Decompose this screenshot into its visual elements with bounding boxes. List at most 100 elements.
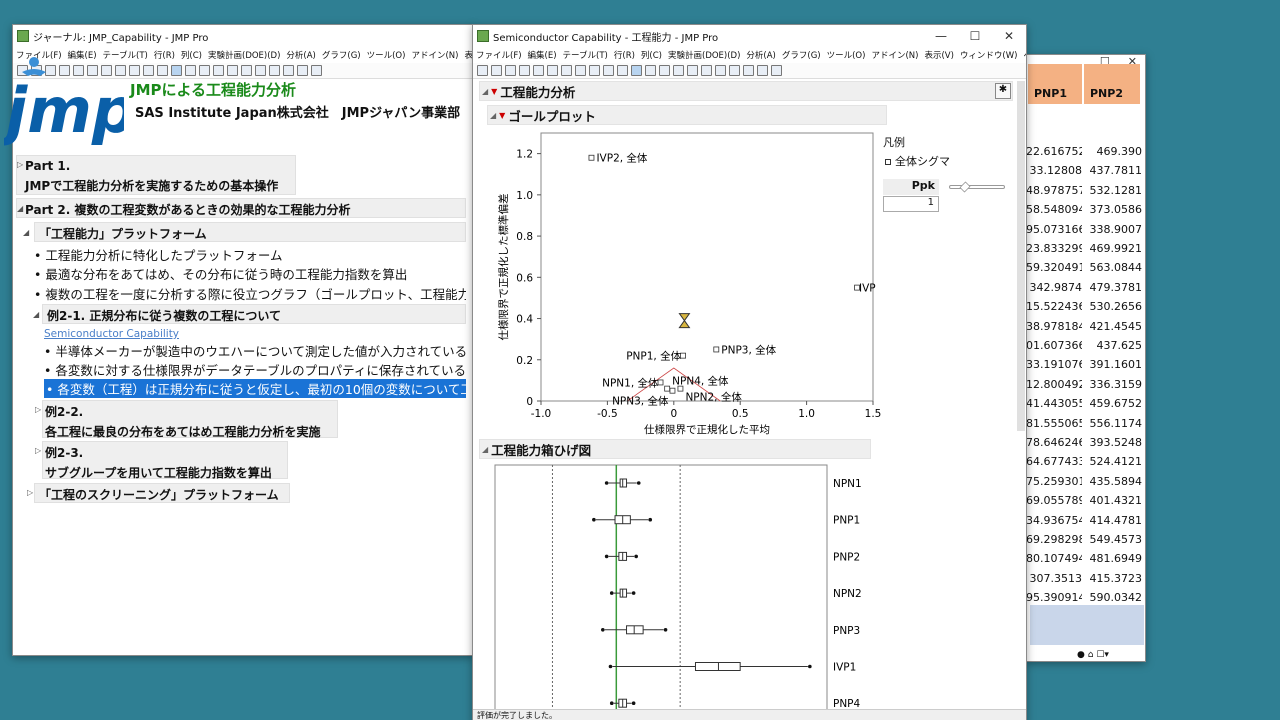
zoom-icon[interactable] [227,65,238,76]
table-cell[interactable]: 481.6949 [1086,552,1143,565]
collapse-triangle-icon[interactable]: ◢ [33,310,39,319]
annotate-icon[interactable] [729,65,740,76]
capability-boxplot-outline[interactable]: ◢ 工程能力箱ひげ図 [479,439,871,459]
line-icon[interactable] [255,65,266,76]
table-cell[interactable]: 479.3781 [1086,281,1143,294]
goal-plot-outline[interactable]: ◢ ▼ ゴールプロット [487,105,887,125]
open-icon[interactable] [505,65,516,76]
close-icon[interactable]: ✕ [992,29,1026,43]
ellipse-icon[interactable] [297,65,308,76]
annotate-icon[interactable] [269,65,280,76]
platform-outline[interactable]: ◢ 「工程能力」プラットフォーム [23,222,466,242]
menu-item[interactable]: ツール(O) [367,49,406,61]
menu-item[interactable]: テーブル(T) [563,49,608,61]
vertical-scrollbar[interactable] [1017,81,1025,431]
collapse-triangle-icon[interactable]: ◢ [482,445,488,454]
expand-triangle-icon[interactable]: ▷ [35,405,41,414]
help-icon[interactable] [617,65,628,76]
menu-item[interactable]: ツール(O) [827,49,866,61]
menu-item[interactable]: 行(R) [154,49,175,61]
collapse-triangle-icon[interactable]: ◢ [490,111,496,120]
table-cell[interactable]: 33.191076 [1026,358,1082,371]
ppk-slider[interactable] [949,181,1005,193]
new-script-icon[interactable] [491,65,502,76]
menu-item[interactable]: 分析(A) [286,49,315,61]
save-icon[interactable] [519,65,530,76]
column-header[interactable]: PNP1 [1028,64,1082,104]
plus-icon[interactable] [241,65,252,76]
hand-icon[interactable] [659,65,670,76]
paste-icon[interactable] [575,65,586,76]
menu-item[interactable]: ウィンドウ(W) [960,49,1018,61]
table-cell[interactable]: 549.4573 [1086,533,1143,546]
table-cell[interactable]: 532.1281 [1086,184,1143,197]
expand-triangle-icon[interactable]: ▷ [17,160,23,169]
table-cell[interactable]: 563.0844 [1086,261,1143,274]
table-cell[interactable]: 415.3723 [1086,572,1143,585]
pin-icon[interactable]: ✱ [995,83,1011,99]
arrow-icon[interactable] [171,65,182,76]
table-cell[interactable]: 58.548094 [1026,203,1082,216]
table-cell[interactable]: 23.833299 [1026,242,1082,255]
menu-item[interactable]: 実験計画(DOE)(D) [668,49,740,61]
table-cell[interactable]: 33.12808 [1026,164,1083,177]
menu-item[interactable]: 分析(A) [746,49,775,61]
menu-item[interactable]: 実験計画(DOE)(D) [208,49,280,61]
minimize-icon[interactable]: — [924,29,958,43]
menu-item[interactable]: グラフ(G) [322,49,361,61]
crosshair-icon[interactable] [645,65,656,76]
expand-triangle-icon[interactable]: ▷ [27,488,33,497]
menu-item[interactable]: アドイン(N) [411,49,458,61]
menu-item[interactable]: 編集(E) [528,49,557,61]
semiconductor-capability-link[interactable]: Semiconductor Capability [44,328,179,340]
table-cell[interactable]: 342.9874 [1026,281,1083,294]
screening-outline[interactable]: ▷ 「工程のスクリーニング」プラットフォーム [27,483,290,503]
ex2-outline[interactable]: ▷ 例2-2. 各工程に最良の分布をあてはめ工程能力分析を実施 [35,400,338,439]
menu-item[interactable]: グラフ(G) [782,49,821,61]
data-table-icon[interactable] [589,65,600,76]
slider-handle[interactable] [959,181,971,193]
polygon-icon[interactable] [771,65,782,76]
hand-icon[interactable] [199,65,210,76]
rect-icon[interactable] [283,65,294,76]
table-cell[interactable]: 69.055789 [1026,494,1082,507]
table-cell[interactable]: 435.5894 [1086,475,1143,488]
table-cell[interactable]: 556.1174 [1086,417,1143,430]
table-cell[interactable]: 437.625 [1086,339,1143,352]
menu-item[interactable]: ファイル(F) [476,49,522,61]
table-cell[interactable]: 34.936754 [1026,514,1082,527]
search-icon[interactable] [603,65,614,76]
arrow-icon[interactable] [631,65,642,76]
table-cell[interactable]: 590.0342 [1086,591,1143,604]
red-triangle-menu-icon[interactable]: ▼ [499,111,505,120]
table-cell[interactable]: 95.390914 [1026,591,1082,604]
print-icon[interactable] [533,65,544,76]
table-cell[interactable]: 80.107494 [1026,552,1082,565]
table-cell[interactable]: 373.0586 [1086,203,1143,216]
zoom-icon[interactable] [687,65,698,76]
maximize-icon[interactable]: ☐ [958,29,992,43]
red-triangle-menu-icon[interactable]: ▼ [491,87,497,96]
lasso-icon[interactable] [673,65,684,76]
menu-item[interactable]: 列(C) [641,49,662,61]
help-icon[interactable] [157,65,168,76]
part1-outline[interactable]: ▷ Part 1. JMPで工程能力分析を実施するための基本操作 [16,155,296,195]
lasso-icon[interactable] [213,65,224,76]
table-cell[interactable]: 421.4545 [1086,320,1143,333]
table-cell[interactable]: 48.978757 [1026,184,1082,197]
table-cell[interactable]: 469.390 [1086,145,1143,158]
table-cell[interactable]: 437.7811 [1086,164,1143,177]
column-header[interactable]: PNP2 [1084,64,1140,104]
table-cell[interactable]: 81.555065 [1026,417,1082,430]
menu-item[interactable]: 列(C) [181,49,202,61]
table-cell[interactable]: 78.646246 [1026,436,1082,449]
table-cell[interactable]: 41.443055 [1026,397,1082,410]
table-cell[interactable]: 530.2656 [1086,300,1143,313]
menu-item[interactable]: 行(R) [614,49,635,61]
table-cell[interactable]: 391.1601 [1086,358,1143,371]
table-cell[interactable]: 414.4781 [1086,514,1143,527]
collapse-triangle-icon[interactable]: ◢ [482,87,488,96]
rect-icon[interactable] [743,65,754,76]
collapse-triangle-icon[interactable]: ◢ [23,228,29,237]
table-cell[interactable]: 69.298298 [1026,533,1082,546]
